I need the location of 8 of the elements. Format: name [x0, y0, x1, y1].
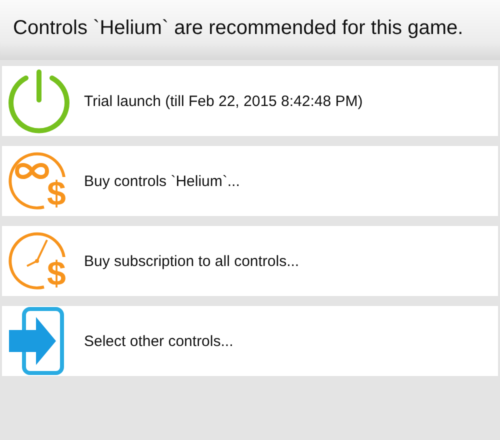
infinity-icon	[6, 150, 68, 212]
power-icon	[6, 68, 72, 134]
header-title: Controls `Helium` are recommended for this game.	[12, 16, 464, 40]
option-item[interactable]: Trial launch (till Feb 22, 2015 8:42:48 PM)	[2, 66, 498, 136]
clock-icon	[6, 230, 68, 292]
option-item[interactable]: $ Buy subscription to all controls...	[2, 226, 498, 296]
option-item[interactable]: $ Buy controls `Helium`...	[2, 146, 498, 216]
option-item[interactable]: Select other controls...	[2, 306, 498, 376]
